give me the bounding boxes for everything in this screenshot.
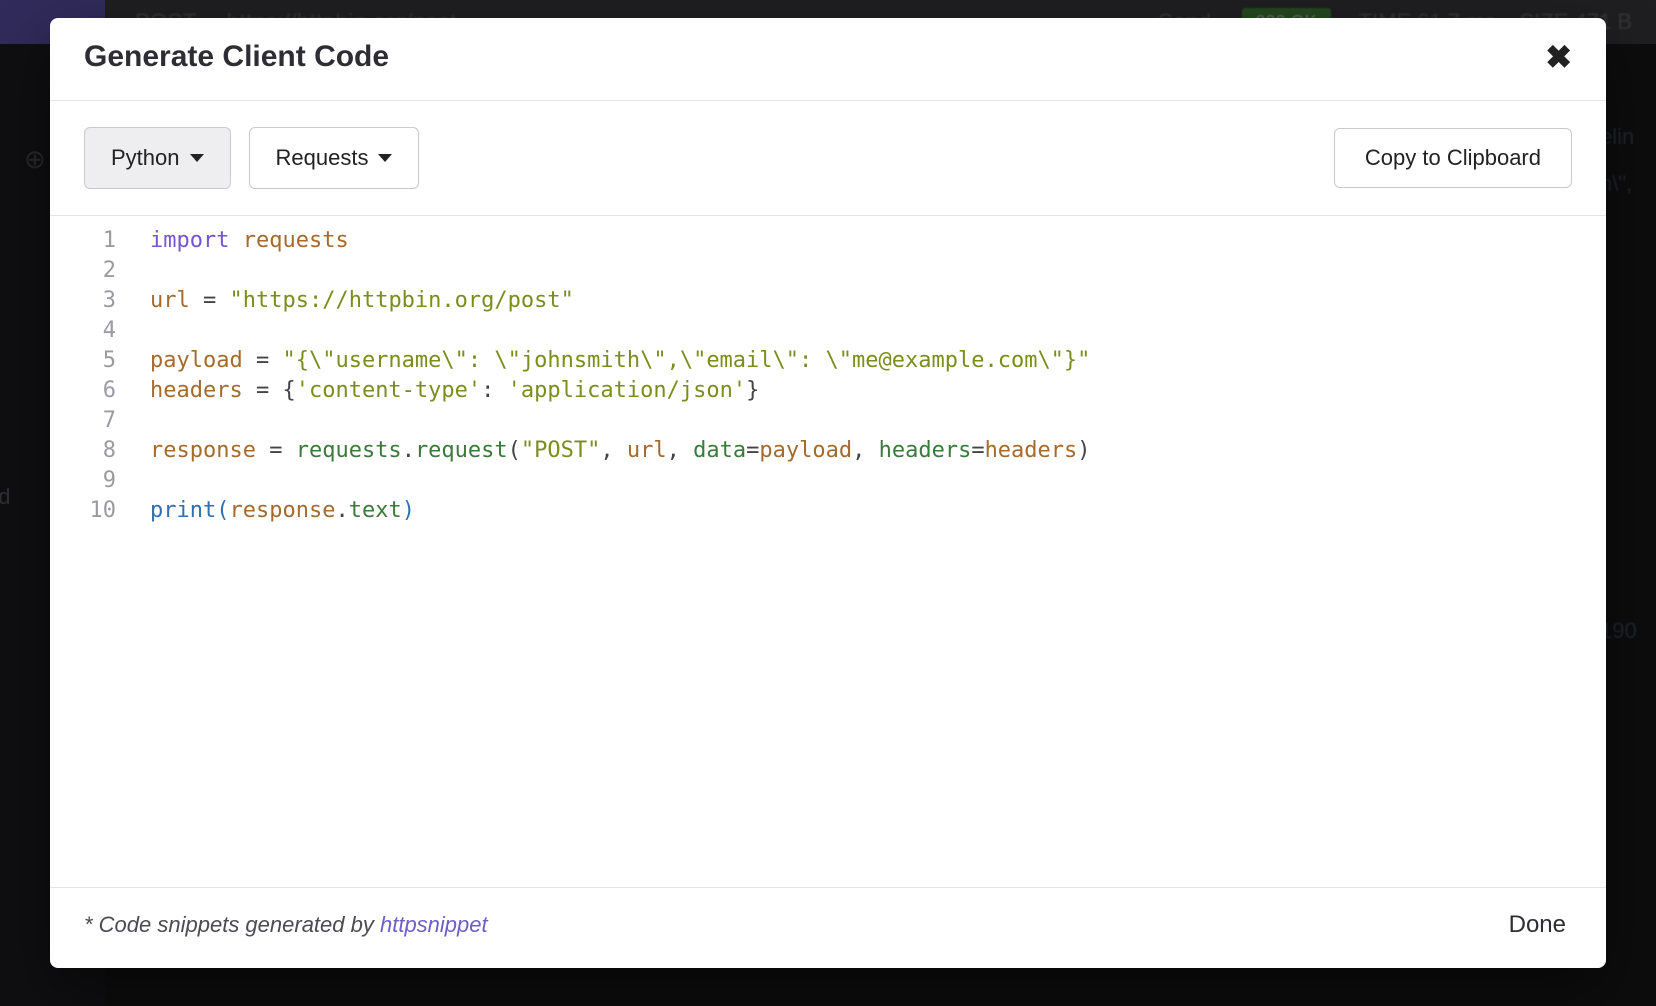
line-number: 8 bbox=[50, 436, 134, 466]
line-number: 9 bbox=[50, 466, 134, 496]
line-number: 6 bbox=[50, 376, 134, 406]
library-dropdown[interactable]: Requests bbox=[249, 127, 420, 189]
code-line: 3url = "https://httpbin.org/post" bbox=[50, 286, 1606, 316]
httpsnippet-link[interactable]: httpsnippet bbox=[380, 912, 488, 937]
chevron-down-icon bbox=[190, 154, 204, 162]
close-icon[interactable]: ✖ bbox=[1545, 41, 1572, 73]
done-button[interactable]: Done bbox=[1503, 910, 1572, 940]
line-number: 3 bbox=[50, 286, 134, 316]
footer-note: * Code snippets generated by httpsnippet bbox=[84, 912, 488, 938]
code-line: 2 bbox=[50, 256, 1606, 286]
line-number: 1 bbox=[50, 226, 134, 256]
footer-note-prefix: * Code snippets generated by bbox=[84, 912, 380, 937]
code-content bbox=[134, 316, 163, 346]
code-line: 5payload = "{\"username\": \"johnsmith\"… bbox=[50, 346, 1606, 376]
copy-to-clipboard-button[interactable]: Copy to Clipboard bbox=[1334, 128, 1572, 188]
modal-header: Generate Client Code ✖ bbox=[50, 18, 1606, 101]
code-line: 6headers = {'content-type': 'application… bbox=[50, 376, 1606, 406]
line-number: 2 bbox=[50, 256, 134, 286]
generate-code-modal: Generate Client Code ✖ Python Requests C… bbox=[50, 18, 1606, 968]
code-content: headers = {'content-type': 'application/… bbox=[134, 376, 759, 406]
library-dropdown-label: Requests bbox=[276, 145, 369, 171]
code-content bbox=[134, 406, 163, 436]
code-content: url = "https://httpbin.org/post" bbox=[134, 286, 574, 316]
modal-footer: * Code snippets generated by httpsnippet… bbox=[50, 887, 1606, 968]
language-dropdown-label: Python bbox=[111, 145, 180, 171]
code-line: 7 bbox=[50, 406, 1606, 436]
language-dropdown[interactable]: Python bbox=[84, 127, 231, 189]
line-number: 4 bbox=[50, 316, 134, 346]
line-number: 5 bbox=[50, 346, 134, 376]
code-line: 4 bbox=[50, 316, 1606, 346]
line-number: 7 bbox=[50, 406, 134, 436]
code-editor[interactable]: 1import requests2 3url = "https://httpbi… bbox=[50, 215, 1606, 887]
code-content: print(response.text) bbox=[134, 496, 415, 526]
chevron-down-icon bbox=[378, 154, 392, 162]
modal-title: Generate Client Code bbox=[84, 40, 389, 74]
modal-toolbar: Python Requests Copy to Clipboard bbox=[50, 101, 1606, 215]
code-line: 9 bbox=[50, 466, 1606, 496]
line-number: 10 bbox=[50, 496, 134, 526]
code-line: 10print(response.text) bbox=[50, 496, 1606, 526]
code-line: 1import requests bbox=[50, 226, 1606, 256]
code-content bbox=[134, 466, 163, 496]
code-content: payload = "{\"username\": \"johnsmith\",… bbox=[134, 346, 1090, 376]
code-content: response = requests.request("POST", url,… bbox=[134, 436, 1091, 466]
code-content bbox=[134, 256, 163, 286]
code-line: 8response = requests.request("POST", url… bbox=[50, 436, 1606, 466]
code-content: import requests bbox=[134, 226, 349, 256]
